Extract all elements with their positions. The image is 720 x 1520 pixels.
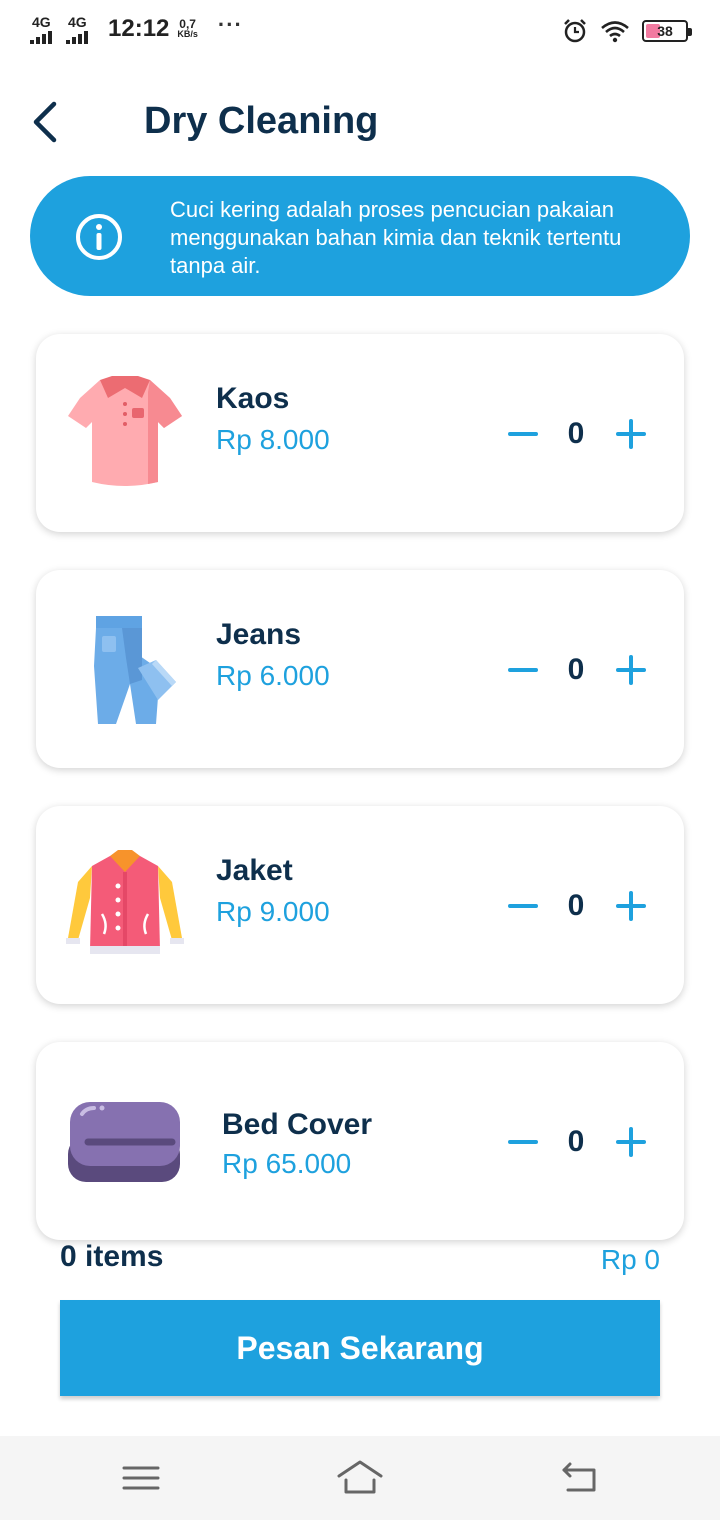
back-icon: [562, 1462, 596, 1492]
system-back-button[interactable]: [554, 1456, 604, 1500]
product-card-jeans: Jeans Rp 6.000 0: [36, 570, 684, 768]
battery-percent: 38: [657, 23, 673, 39]
quantity-stepper: 0: [508, 414, 648, 454]
item-count: 0 items: [60, 1240, 164, 1273]
total-price: Rp 0: [600, 1244, 660, 1275]
alarm-icon: [564, 19, 586, 43]
product-name: Kaos: [216, 382, 290, 415]
quantity-stepper: 0: [508, 650, 648, 690]
network-type-label: 4G: [32, 14, 51, 30]
decrease-quantity-button[interactable]: [508, 414, 540, 454]
shirt-icon: [68, 376, 182, 486]
cell-signal-icon: 4G: [30, 14, 60, 44]
jeans-icon: [94, 616, 176, 724]
increase-quantity-button[interactable]: [616, 886, 648, 926]
home-button[interactable]: [335, 1456, 385, 1500]
menu-icon: [122, 1466, 160, 1490]
network-speed-value: 0,7: [179, 17, 196, 31]
decrease-quantity-button[interactable]: [508, 1122, 540, 1162]
jacket-icon: [66, 850, 184, 954]
product-name: Bed Cover: [222, 1108, 373, 1141]
quantity-value: 0: [567, 889, 585, 922]
quantity-value: 0: [567, 417, 585, 450]
status-time: 12:12: [108, 15, 170, 42]
increase-quantity-button[interactable]: [616, 650, 648, 690]
network-type-label: 4G: [68, 14, 87, 30]
product-price: Rp 9.000: [216, 896, 330, 927]
decrease-quantity-button[interactable]: [508, 650, 540, 690]
home-icon: [337, 1460, 383, 1494]
product-card-jaket: Jaket Rp 9.000 0: [36, 806, 684, 1004]
system-nav-bar: [0, 1436, 720, 1520]
quantity-stepper: 0: [508, 886, 648, 926]
quantity-value: 0: [567, 653, 585, 686]
increase-quantity-button[interactable]: [616, 1122, 648, 1162]
product-name: Jaket: [216, 854, 293, 887]
quantity-value: 0: [567, 1125, 585, 1158]
product-price: Rp 8.000: [216, 424, 330, 455]
more-notifications-icon: ···: [217, 12, 243, 37]
network-speed-unit: KB/s: [177, 29, 198, 39]
page-title: Dry Cleaning: [144, 100, 379, 142]
quantity-stepper: 0: [508, 1122, 648, 1162]
product-card-bed-cover: Bed Cover Rp 65.000 0: [36, 1042, 684, 1240]
product-card-kaos: Kaos Rp 8.000 0: [36, 334, 684, 532]
chevron-left-icon: [33, 101, 57, 143]
back-button[interactable]: [24, 98, 68, 146]
product-price: Rp 6.000: [216, 660, 330, 691]
bed-cover-icon: [68, 1102, 180, 1182]
info-banner: Cuci kering adalah proses pencucian paka…: [30, 176, 690, 296]
menu-button[interactable]: [116, 1456, 166, 1500]
info-icon: [76, 214, 122, 260]
network-speed: 0,7 KB/s: [177, 17, 198, 39]
info-text: Cuci kering adalah proses pencucian paka…: [170, 197, 622, 278]
product-price: Rp 65.000: [222, 1148, 352, 1179]
cell-signal-icon: 4G: [66, 14, 96, 44]
status-bar: 4G 4G 12:12 0,7 KB/s ··· 38: [0, 0, 720, 66]
battery-icon: 38: [642, 20, 692, 42]
header: Dry Cleaning: [0, 80, 720, 166]
increase-quantity-button[interactable]: [616, 414, 648, 454]
order-now-button[interactable]: Pesan Sekarang: [60, 1300, 660, 1396]
decrease-quantity-button[interactable]: [508, 886, 540, 926]
wifi-icon: [601, 21, 629, 43]
product-name: Jeans: [216, 618, 302, 651]
